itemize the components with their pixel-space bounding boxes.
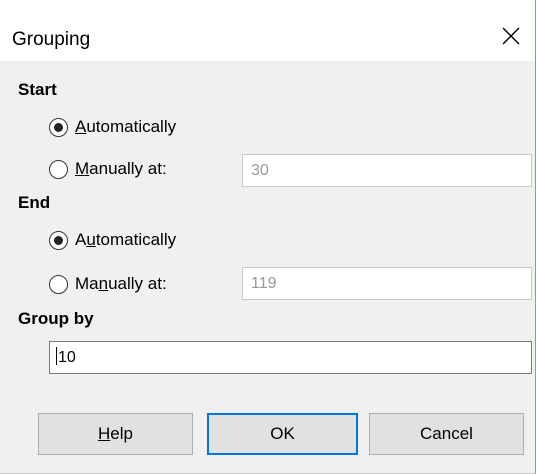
end-manual-value-input[interactable]: 119 [242,267,532,300]
start-manually-radio-indicator[interactable] [49,159,68,179]
end-heading: End [18,193,51,212]
start-manual-value-input[interactable]: 30 [242,154,532,187]
help-button[interactable]: Help [38,413,193,455]
group-by-value: 10 [58,349,76,366]
end-automatically-label: Automatically [75,230,177,249]
title-bar: Grouping [0,0,535,61]
start-automatically-radio-indicator[interactable] [49,117,68,137]
cancel-button[interactable]: Cancel [369,413,524,455]
close-icon [502,27,520,45]
end-manually-radio[interactable]: Manually at: [49,272,167,296]
dialog-title: Grouping [12,29,91,50]
start-automatically-label: Automatically [75,117,177,136]
end-manually-label: Manually at: [75,274,167,293]
end-manually-radio-indicator[interactable] [49,274,68,294]
start-automatically-radio[interactable]: Automatically [49,115,176,139]
start-manually-label: Manually at: [75,159,167,178]
end-automatically-radio-indicator[interactable] [49,230,68,250]
close-button[interactable] [491,18,531,54]
group-by-input[interactable]: 10 [49,341,532,374]
group-by-heading: Group by [18,309,94,328]
ok-button[interactable]: OK [207,413,358,455]
start-heading: Start [18,80,57,99]
start-manually-radio[interactable]: Manually at: [49,157,167,181]
end-automatically-radio[interactable]: Automatically [49,228,176,252]
grouping-dialog: Grouping Start Automatically Manually at… [0,0,536,474]
text-caret [56,347,57,365]
